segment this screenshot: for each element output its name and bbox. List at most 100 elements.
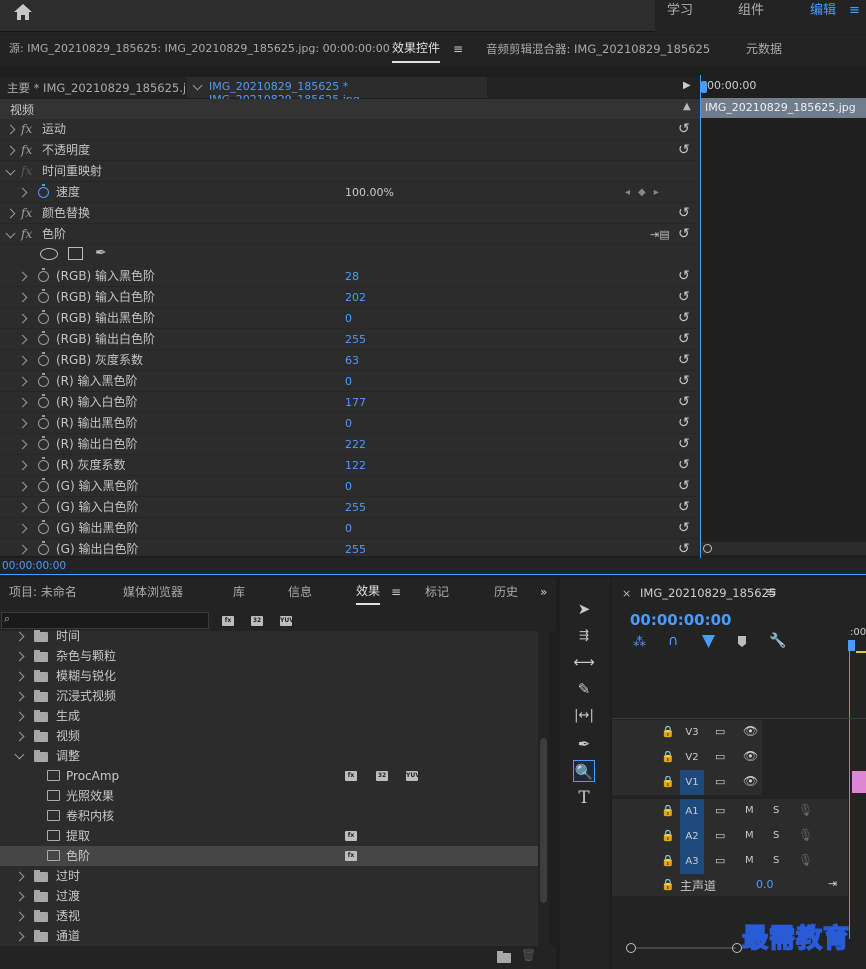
chevron-right-icon[interactable]	[17, 418, 28, 429]
property-value[interactable]: 255	[345, 329, 366, 350]
audio-track-header[interactable]: 🔒 A1 ▭ M S 🎙	[612, 799, 848, 824]
stopwatch-icon[interactable]	[38, 331, 49, 345]
chevron-right-icon[interactable]	[17, 187, 28, 198]
audio-track-header[interactable]: 🔒 A3 ▭ M S 🎙	[612, 849, 848, 874]
chevron-down-icon[interactable]	[5, 228, 16, 239]
effect-folder[interactable]: 杂色与颗粒	[0, 646, 538, 666]
effect-item[interactable]: 光照效果	[0, 786, 538, 806]
trash-icon[interactable]: 🗑	[521, 948, 536, 962]
property-value[interactable]: 0	[345, 413, 352, 434]
go-to-end-icon[interactable]: ⇥	[828, 877, 837, 890]
chevron-right-icon[interactable]	[14, 651, 25, 662]
home-icon[interactable]	[13, 3, 33, 23]
property-row[interactable]: (RGB) 输入黑色阶 28 ↺	[0, 266, 700, 287]
reset-icon[interactable]: ↺	[678, 140, 690, 161]
effect-row[interactable]: fx 运动 ↺	[0, 119, 700, 140]
tab-media-browser[interactable]: 媒体浏览器	[123, 578, 183, 609]
reset-icon[interactable]: ↺	[678, 455, 690, 476]
playhead-icon[interactable]	[701, 81, 707, 93]
track-target[interactable]: V1	[680, 770, 704, 795]
reset-icon[interactable]: ↺	[678, 308, 690, 329]
property-row[interactable]: (G) 输入黑色阶 0 ↺	[0, 476, 700, 497]
reset-icon[interactable]: ↺	[678, 119, 690, 140]
slip-tool-icon[interactable]: |↔|	[573, 705, 595, 727]
video-track-header[interactable]: 🔒 V3 ▭ 👁	[612, 720, 762, 745]
wrench-icon[interactable]: 🔧	[769, 633, 786, 649]
ec-current-timecode[interactable]: 00:00:00:00	[2, 560, 66, 572]
chevron-right-icon[interactable]	[17, 313, 28, 324]
reset-icon[interactable]: ↺	[678, 224, 690, 245]
track-select-icon[interactable]: ⇶	[573, 624, 595, 646]
stopwatch-icon[interactable]	[38, 394, 49, 408]
workspace-menu-icon[interactable]: ≡	[849, 0, 860, 26]
ellipse-mask-icon[interactable]	[40, 248, 58, 260]
pen-mask-icon[interactable]: ✒	[95, 245, 107, 261]
rectangle-mask-icon[interactable]	[68, 247, 83, 260]
effect-menu-icon[interactable]: ⇥▤	[650, 224, 670, 245]
chevron-down-icon[interactable]	[14, 749, 25, 760]
property-value[interactable]: 255	[345, 497, 366, 518]
type-tool-icon[interactable]: T	[573, 787, 595, 809]
linked-selection-icon[interactable]	[702, 635, 715, 648]
workspace-learn[interactable]: 学习	[667, 0, 693, 26]
scroll-up-icon[interactable]: ▲	[683, 101, 691, 112]
chevron-right-icon[interactable]	[17, 376, 28, 387]
effect-folder[interactable]: 模糊与锐化	[0, 666, 538, 686]
effect-controls-timeline[interactable]: 00:00:00 IMG_20210829_185625.jpg	[700, 75, 866, 558]
reset-icon[interactable]: ↺	[678, 476, 690, 497]
property-row[interactable]: (RGB) 输出白色阶 255 ↺	[0, 329, 700, 350]
property-row[interactable]: (RGB) 输入白色阶 202 ↺	[0, 287, 700, 308]
nest-icon[interactable]: ⁂	[633, 635, 646, 650]
ec-zoom-scrollbar[interactable]	[701, 542, 866, 555]
chevron-right-icon[interactable]	[14, 931, 25, 942]
effect-folder[interactable]: 通道	[0, 926, 538, 946]
property-value[interactable]: 0	[345, 518, 352, 539]
sync-lock-icon[interactable]: ▭	[715, 775, 725, 788]
property-value[interactable]: 0	[345, 308, 352, 329]
video-track-header[interactable]: 🔒 V1 ▭ 👁	[612, 770, 762, 795]
selection-tool-icon[interactable]: ➤	[573, 598, 595, 620]
lock-icon[interactable]: 🔒	[661, 775, 675, 788]
mute-button[interactable]: M	[745, 805, 754, 816]
track-target[interactable]: A2	[680, 824, 704, 849]
mic-icon[interactable]: 🎙	[798, 803, 813, 817]
effects-menu-icon[interactable]: ≡	[391, 578, 401, 609]
property-row[interactable]: (R) 输入白色阶 177 ↺	[0, 392, 700, 413]
stopwatch-icon[interactable]	[38, 184, 49, 198]
reset-icon[interactable]: ↺	[678, 392, 690, 413]
chevron-right-icon[interactable]	[14, 911, 25, 922]
property-value[interactable]: 0	[345, 476, 352, 497]
stopwatch-icon[interactable]	[38, 415, 49, 429]
property-row[interactable]: (RGB) 灰度系数 63 ↺	[0, 350, 700, 371]
lock-icon[interactable]: 🔒	[661, 804, 675, 817]
stopwatch-icon[interactable]	[38, 457, 49, 471]
lock-icon[interactable]: 🔒	[661, 750, 675, 763]
scroll-thumb[interactable]	[540, 738, 547, 903]
tab-audio-clip-mixer[interactable]: 音频剪辑混合器: IMG_20210829_185625	[486, 35, 710, 66]
property-row[interactable]: (R) 输出白色阶 222 ↺	[0, 434, 700, 455]
reset-icon[interactable]: ↺	[678, 287, 690, 308]
property-value[interactable]: 100.00%	[345, 182, 394, 203]
sync-lock-icon[interactable]: ▭	[715, 725, 725, 738]
ec-timeline-clip[interactable]: IMG_20210829_185625.jpg	[701, 98, 866, 118]
reset-icon[interactable]: ↺	[678, 497, 690, 518]
chevron-right-icon[interactable]	[14, 691, 25, 702]
more-tabs-icon[interactable]: »	[540, 578, 547, 609]
chevron-right-icon[interactable]	[14, 871, 25, 882]
chevron-right-icon[interactable]	[17, 481, 28, 492]
eye-icon[interactable]: 👁	[743, 774, 758, 788]
chevron-right-icon[interactable]	[17, 334, 28, 345]
effect-row[interactable]: fx 色阶 ↺ ⇥▤	[0, 224, 700, 245]
chevron-right-icon[interactable]	[5, 145, 16, 156]
zoom-tool-icon[interactable]: 🔍	[573, 760, 595, 782]
yuv-effects-icon[interactable]: YUV	[280, 616, 294, 626]
chevron-right-icon[interactable]	[17, 544, 28, 555]
reset-icon[interactable]: ↺	[678, 434, 690, 455]
property-value[interactable]: 122	[345, 455, 366, 476]
sequence-menu-icon[interactable]: ≡	[766, 585, 777, 600]
chevron-right-icon[interactable]	[17, 271, 28, 282]
chevron-right-icon[interactable]	[14, 731, 25, 742]
chevron-right-icon[interactable]	[17, 292, 28, 303]
reset-icon[interactable]: ↺	[678, 413, 690, 434]
property-value[interactable]: 255	[345, 539, 366, 560]
